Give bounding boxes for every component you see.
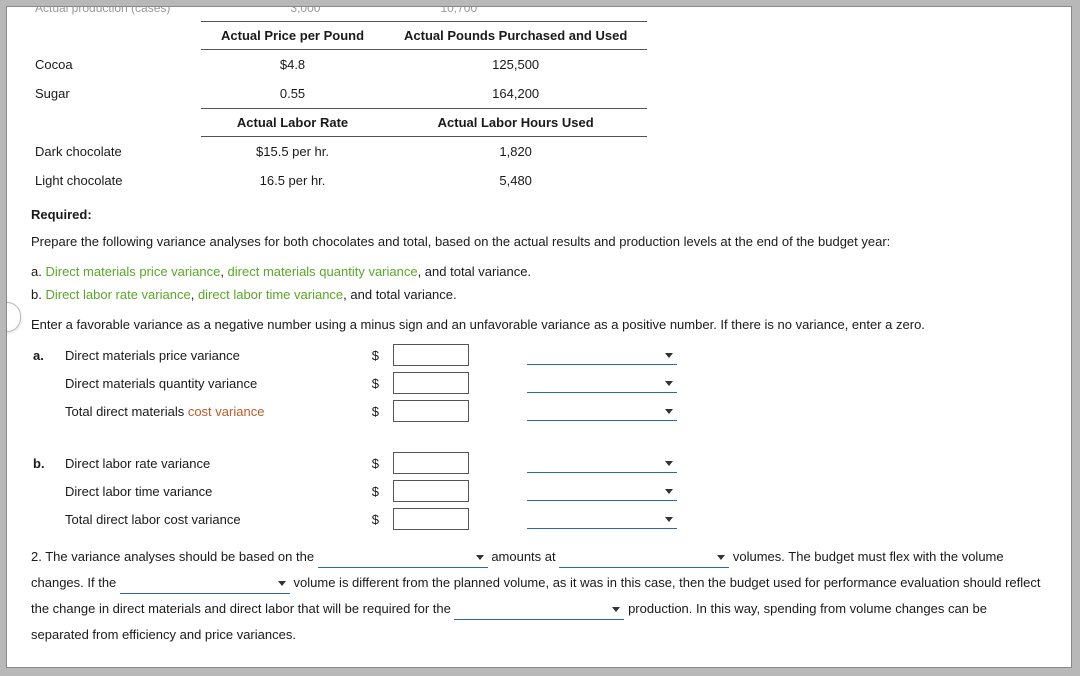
cut-label: Actual production (cases) <box>35 6 170 15</box>
materials-table: Actual Price per Pound Actual Pounds Pur… <box>31 21 647 195</box>
cutoff-header: Actual production (cases) 3,000 10,700 <box>35 6 1047 15</box>
cut-v2: 10,700 <box>440 6 477 15</box>
desc: Total direct materials cost variance <box>65 404 355 419</box>
price-cell: 0.55 <box>201 79 384 109</box>
row-label: Sugar <box>31 79 201 109</box>
dollar-sign: $ <box>369 512 379 527</box>
side-tab-button[interactable] <box>6 302 21 332</box>
table-row: Cocoa $4.8 125,500 <box>31 50 647 80</box>
select-dl-rate-type[interactable] <box>527 453 677 473</box>
hrs-cell: 5,480 <box>384 166 647 195</box>
row-dl-rate: b. Direct labor rate variance $ <box>31 452 1047 474</box>
input-dl-total[interactable] <box>393 508 469 530</box>
select-dl-total-type[interactable] <box>527 509 677 529</box>
desc: Direct labor rate variance <box>65 456 355 471</box>
col-hours: Actual Labor Hours Used <box>384 109 647 137</box>
row-label: Light chocolate <box>31 166 201 195</box>
row-label: Dark chocolate <box>31 137 201 167</box>
desc: Direct labor time variance <box>65 484 355 499</box>
table-row: Sugar 0.55 164,200 <box>31 79 647 109</box>
col-price: Actual Price per Pound <box>201 22 384 50</box>
link-dm-qty[interactable]: direct materials quantity variance <box>228 264 418 279</box>
required-heading: Required: <box>31 207 1047 222</box>
input-dm-price[interactable] <box>393 344 469 366</box>
input-dm-qty[interactable] <box>393 372 469 394</box>
select-amounts[interactable] <box>318 548 488 568</box>
input-dm-total[interactable] <box>393 400 469 422</box>
label-b: b. <box>31 456 51 471</box>
select-dm-total-type[interactable] <box>527 401 677 421</box>
prep-text: Prepare the following variance analyses … <box>31 232 1047 252</box>
input-dl-rate[interactable] <box>393 452 469 474</box>
rate-cell: 16.5 per hr. <box>201 166 384 195</box>
dollar-sign: $ <box>369 456 379 471</box>
select-production[interactable] <box>454 600 624 620</box>
link-cost-variance[interactable]: cost variance <box>188 404 265 419</box>
qty-cell: 125,500 <box>384 50 647 80</box>
row-dl-time: Direct labor time variance $ <box>31 480 1047 502</box>
col-rate: Actual Labor Rate <box>201 109 384 137</box>
qty-cell: 164,200 <box>384 79 647 109</box>
table-row: Light chocolate 16.5 per hr. 5,480 <box>31 166 647 195</box>
worksheet-page: Actual production (cases) 3,000 10,700 A… <box>6 6 1072 668</box>
table-row: Dark chocolate $15.5 per hr. 1,820 <box>31 137 647 167</box>
question-2: 2. The variance analyses should be based… <box>31 544 1041 648</box>
req-line-a: a. Direct materials price variance, dire… <box>31 262 1047 282</box>
dollar-sign: $ <box>369 376 379 391</box>
instruction-text: Enter a favorable variance as a negative… <box>31 315 1047 335</box>
desc: Total direct labor cost variance <box>65 512 355 527</box>
row-label: Cocoa <box>31 50 201 80</box>
select-volume-diff[interactable] <box>120 574 290 594</box>
label-a: a. <box>31 348 51 363</box>
select-dl-time-type[interactable] <box>527 481 677 501</box>
row-dm-total: Total direct materials cost variance $ <box>31 400 1047 422</box>
price-cell: $4.8 <box>201 50 384 80</box>
cut-v1: 3,000 <box>290 6 320 15</box>
link-dm-price[interactable]: Direct materials price variance <box>45 264 220 279</box>
select-volumes[interactable] <box>559 548 729 568</box>
req-line-b: b. Direct labor rate variance, direct la… <box>31 285 1047 305</box>
link-dl-time[interactable]: direct labor time variance <box>198 287 343 302</box>
row-dl-total: Total direct labor cost variance $ <box>31 508 1047 530</box>
desc: Direct materials price variance <box>65 348 355 363</box>
select-dm-price-type[interactable] <box>527 345 677 365</box>
dollar-sign: $ <box>369 348 379 363</box>
hrs-cell: 1,820 <box>384 137 647 167</box>
row-dm-qty: Direct materials quantity variance $ <box>31 372 1047 394</box>
dollar-sign: $ <box>369 484 379 499</box>
col-qty: Actual Pounds Purchased and Used <box>384 22 647 50</box>
desc: Direct materials quantity variance <box>65 376 355 391</box>
select-dm-qty-type[interactable] <box>527 373 677 393</box>
input-dl-time[interactable] <box>393 480 469 502</box>
link-dl-rate[interactable]: Direct labor rate variance <box>45 287 190 302</box>
dollar-sign: $ <box>369 404 379 419</box>
rate-cell: $15.5 per hr. <box>201 137 384 167</box>
row-dm-price: a. Direct materials price variance $ <box>31 344 1047 366</box>
